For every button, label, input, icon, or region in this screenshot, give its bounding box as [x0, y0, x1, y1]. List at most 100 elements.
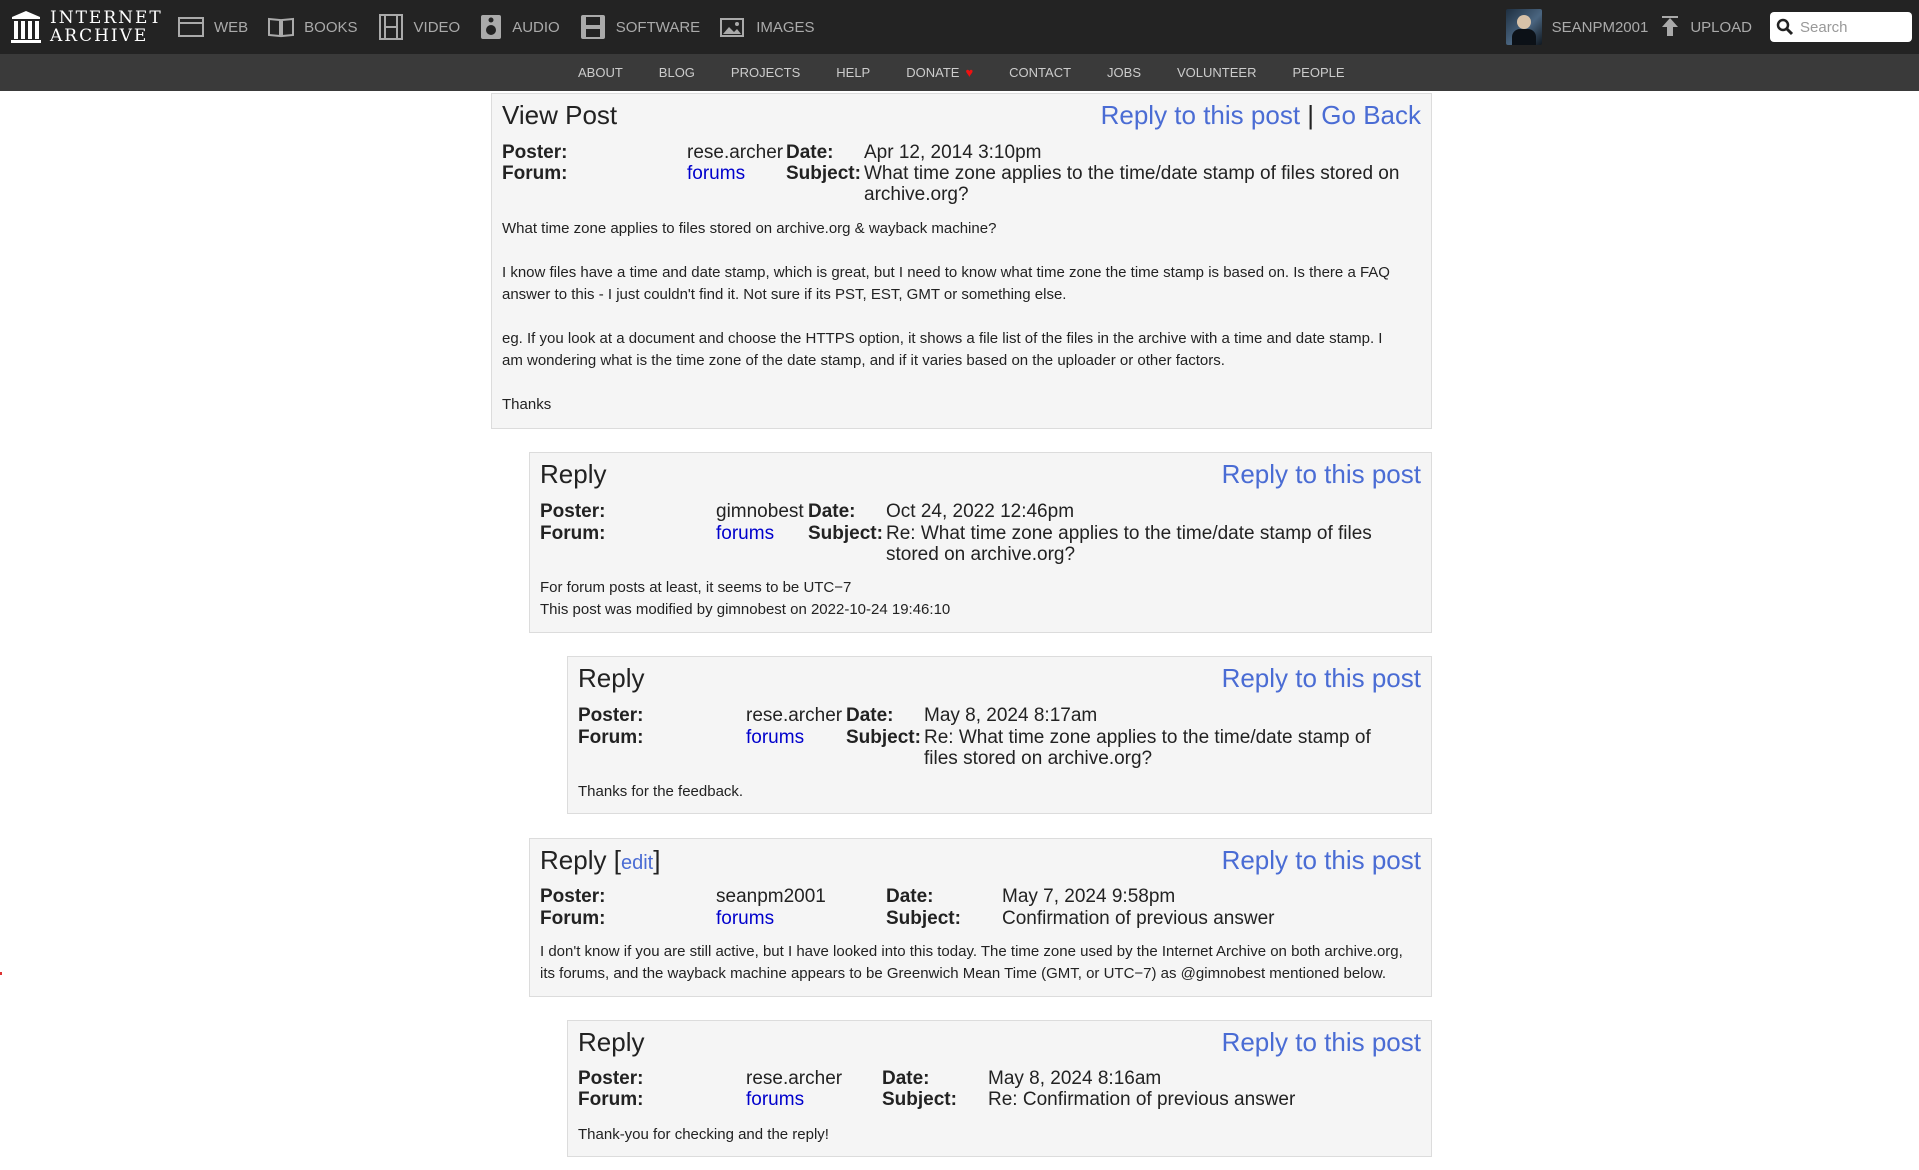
forum-label: Forum:	[540, 523, 606, 544]
post-body: Thank-you for checking and the reply!	[578, 1126, 829, 1143]
reply-to-post-link[interactable]: Reply to this post	[1222, 1027, 1421, 1057]
post-header: Reply [edit] Reply to this post	[540, 845, 1421, 879]
go-back-link[interactable]: Go Back	[1321, 100, 1421, 130]
internet-archive-logo[interactable]: INTERNET ARCHIVE	[10, 9, 163, 45]
reply-to-post-link[interactable]: Reply to this post	[1222, 845, 1421, 875]
logo-line-1: INTERNET	[50, 8, 163, 28]
date-label: Date:	[846, 705, 894, 726]
top-navigation-bar: INTERNET ARCHIVE WEB BOOKS VIDEO AUDIO S…	[0, 0, 1919, 54]
upload-button[interactable]: UPLOAD	[1660, 16, 1752, 38]
upload-icon	[1662, 16, 1679, 36]
nav-books[interactable]: BOOKS	[268, 16, 358, 38]
subject-label: Subject:	[886, 908, 961, 929]
subnav-donate-label: DONATE	[906, 65, 960, 80]
nav-audio[interactable]: AUDIO	[480, 14, 560, 40]
software-icon	[580, 15, 605, 39]
subject-value: What time zone applies to the time/date …	[864, 163, 1400, 205]
date-value: May 8, 2024 8:16am	[988, 1068, 1162, 1089]
reply-post: Reply Reply to this post Poster: gimnobe…	[529, 452, 1432, 633]
post-body: For forum posts at least, it seems to be…	[540, 579, 951, 618]
search-icon[interactable]	[1776, 18, 1794, 36]
nav-software[interactable]: SOFTWARE	[580, 14, 700, 40]
reply-to-post-link[interactable]: Reply to this post	[1222, 663, 1421, 693]
date-value: May 8, 2024 8:17am	[924, 705, 1098, 726]
nav-images[interactable]: IMAGES	[720, 16, 815, 38]
post-title: Reply	[578, 663, 645, 693]
username-link[interactable]: SEANPM2001	[1552, 19, 1649, 36]
audio-icon	[481, 15, 502, 39]
forum-link[interactable]: forums	[746, 1089, 804, 1111]
subject-value: Confirmation of previous answer	[1002, 908, 1275, 929]
forum-label: Forum:	[502, 163, 568, 184]
post-title: Reply [edit]	[540, 845, 661, 875]
poster-label: Poster:	[502, 142, 568, 163]
post-header: View Post Reply to this post | Go Back	[502, 100, 1421, 134]
date-label: Date:	[786, 142, 834, 163]
upload-label: UPLOAD	[1690, 18, 1752, 36]
forum-label: Forum:	[540, 908, 606, 929]
date-value: Apr 12, 2014 3:10pm	[864, 142, 1042, 163]
web-icon	[178, 17, 204, 37]
post-body: Thanks for the feedback.	[578, 783, 744, 800]
reply-post: Reply [edit] Reply to this post Poster: …	[529, 838, 1432, 997]
user-area: SEANPM2001 UPLOAD	[1505, 0, 1919, 54]
logo-line-2: ARCHIVE	[50, 26, 149, 46]
poster-label: Poster:	[540, 886, 606, 907]
subject-label: Subject:	[846, 727, 921, 748]
subnav-blog[interactable]: BLOG	[659, 65, 695, 80]
poster-value[interactable]: rese.archer	[746, 1068, 842, 1090]
subnav-volunteer[interactable]: VOLUNTEER	[1177, 65, 1256, 80]
subnav-help[interactable]: HELP	[836, 65, 870, 80]
reply-post: Reply Reply to this post Poster: rese.ar…	[567, 656, 1432, 814]
poster-label: Poster:	[540, 501, 606, 522]
post-header: Reply Reply to this post	[578, 1027, 1421, 1061]
post-header: Reply Reply to this post	[578, 663, 1421, 697]
forum-link[interactable]: forums	[746, 727, 804, 749]
poster-value[interactable]: gimnobest	[716, 501, 804, 523]
subject-value: Re: What time zone applies to the time/d…	[924, 727, 1371, 769]
video-icon	[378, 14, 403, 40]
subject-value: Re: Confirmation of previous answer	[988, 1089, 1296, 1110]
search-input[interactable]	[1800, 18, 1910, 36]
subject-label: Subject:	[808, 523, 883, 544]
user-avatar[interactable]	[1505, 9, 1542, 45]
forum-label: Forum:	[578, 727, 644, 748]
post-header: Reply Reply to this post	[540, 459, 1421, 493]
nav-web[interactable]: WEB	[178, 16, 248, 38]
poster-value[interactable]: rese.archer	[687, 142, 783, 164]
subnav-contact[interactable]: CONTACT	[1009, 65, 1071, 80]
subnav-people[interactable]: PEOPLE	[1292, 65, 1344, 80]
subnav-projects[interactable]: PROJECTS	[731, 65, 800, 80]
reply-to-post-link[interactable]: Reply to this post	[1222, 459, 1421, 489]
nav-video-label: VIDEO	[413, 18, 461, 36]
logo-text: INTERNET ARCHIVE	[50, 9, 163, 45]
date-value: Oct 24, 2022 12:46pm	[886, 501, 1075, 522]
poster-value[interactable]: seanpm2001	[716, 886, 826, 908]
media-type-bar: WEB BOOKS VIDEO AUDIO SOFTWARE IMAGES	[178, 12, 835, 42]
poster-value[interactable]: rese.archer	[746, 705, 842, 727]
nav-books-label: BOOKS	[304, 18, 358, 36]
post-title: Reply	[578, 1027, 645, 1057]
date-label: Date:	[882, 1068, 930, 1089]
post-body: I don't know if you are still active, bu…	[540, 943, 1403, 982]
nav-audio-label: AUDIO	[512, 18, 560, 36]
nav-software-label: SOFTWARE	[615, 18, 701, 36]
forum-link[interactable]: forums	[687, 163, 745, 185]
forum-link[interactable]: forums	[716, 523, 774, 545]
subnav-donate[interactable]: DONATE ♥	[906, 65, 973, 80]
subnav-about[interactable]: ABOUT	[578, 65, 623, 80]
subject-value: Re: What time zone applies to the time/d…	[886, 523, 1372, 565]
heart-icon: ♥	[965, 65, 974, 80]
nav-video[interactable]: VIDEO	[378, 14, 461, 40]
separator: |	[1307, 100, 1315, 130]
forum-label: Forum:	[578, 1089, 644, 1110]
reply-to-post-link[interactable]: Reply to this post	[1101, 100, 1300, 130]
subnav-jobs[interactable]: JOBS	[1107, 65, 1141, 80]
archive-building-icon	[11, 11, 41, 43]
post-body: What time zone applies to files stored o…	[502, 220, 1390, 413]
nav-web-label: WEB	[214, 18, 249, 36]
nav-images-label: IMAGES	[756, 18, 815, 36]
edit-link[interactable]: edit	[621, 852, 653, 874]
secondary-navigation: ABOUT BLOG PROJECTS HELP DONATE ♥ CONTACT…	[0, 54, 1919, 91]
forum-link[interactable]: forums	[716, 908, 774, 930]
